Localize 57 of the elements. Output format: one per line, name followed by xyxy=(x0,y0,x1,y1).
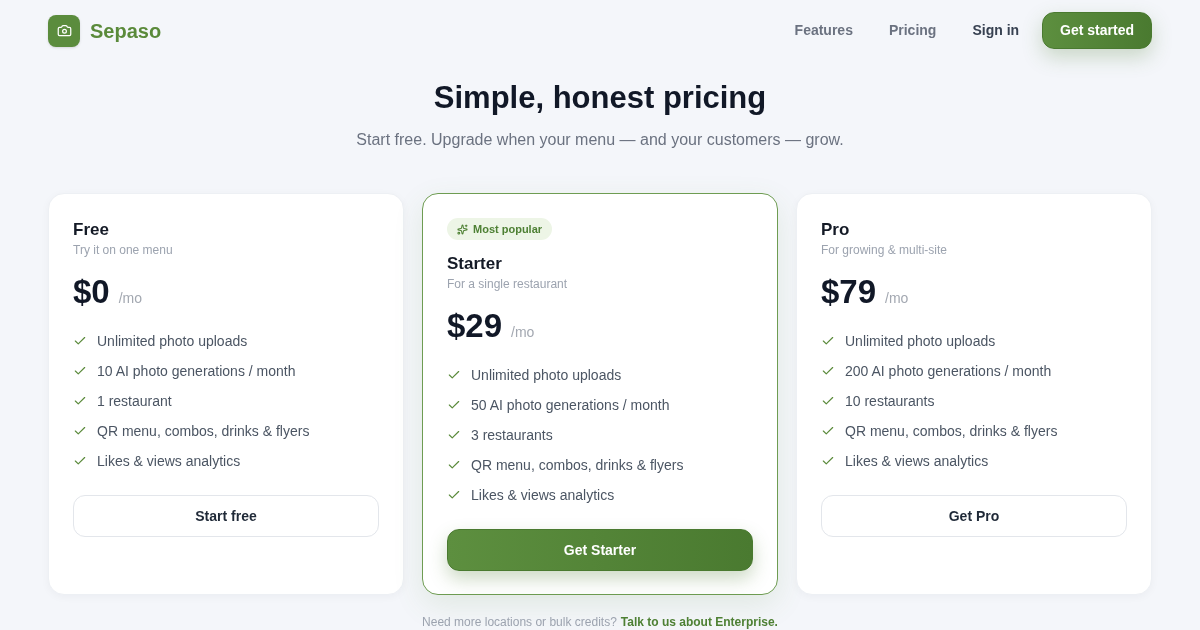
check-icon xyxy=(447,488,461,502)
feature-text: Likes & views analytics xyxy=(471,486,615,505)
plan-tagline: Try it on one menu xyxy=(73,242,174,258)
check-icon xyxy=(73,454,87,468)
feature-text: Unlimited photo uploads xyxy=(471,366,622,385)
check-icon xyxy=(73,394,87,408)
get-started-button[interactable]: Get started xyxy=(1042,12,1152,49)
camera-logo-icon xyxy=(48,14,80,47)
feature-text: QR menu, combos, drinks & flyers xyxy=(471,456,684,475)
plan-name: Starter xyxy=(447,253,503,275)
sign-in-link[interactable]: Sign in xyxy=(972,20,1020,41)
plan-button[interactable]: Get Pro xyxy=(821,495,1127,537)
price-period: /mo xyxy=(885,289,909,308)
check-icon xyxy=(73,334,87,348)
price-period: /mo xyxy=(118,289,143,308)
footer-note: Need more locations or bulk credits? xyxy=(422,615,617,629)
feature-text: 50 AI photo generations / month xyxy=(471,396,670,415)
feature-text: Likes & views analytics xyxy=(845,452,989,471)
feature-text: Unlimited photo uploads xyxy=(845,332,996,351)
plan-tagline: For growing & multi-site xyxy=(821,242,949,258)
feature-text: 10 AI photo generations / month xyxy=(97,362,296,381)
plan-button[interactable]: Start free xyxy=(73,495,379,537)
feature-text: 1 restaurant xyxy=(97,392,172,411)
sparkle-icon xyxy=(457,223,468,235)
brand-name: Sepaso xyxy=(90,18,162,44)
plan-name: Free xyxy=(73,219,110,241)
check-icon xyxy=(447,428,461,442)
page-title: Simple, honest pricing xyxy=(432,80,768,116)
feature-text: QR menu, combos, drinks & flyers xyxy=(97,422,310,441)
feature-text: Unlimited photo uploads xyxy=(97,332,248,351)
plan-name: Pro xyxy=(821,219,851,241)
page-subtitle: Start free. Upgrade when your menu — and your customers — grow. xyxy=(355,130,845,150)
check-icon xyxy=(447,458,461,472)
badge-label: Most popular xyxy=(473,221,543,237)
plan-tagline: For a single restaurant xyxy=(447,276,569,292)
nav-link[interactable]: Pricing xyxy=(888,20,937,41)
check-icon xyxy=(73,424,87,438)
feature-text: 10 restaurants xyxy=(845,392,935,411)
check-icon xyxy=(821,454,835,468)
check-icon xyxy=(821,364,835,378)
feature-text: 3 restaurants xyxy=(471,426,553,445)
feature-text: Likes & views analytics xyxy=(97,452,241,471)
plan-button[interactable]: Get Starter xyxy=(447,529,753,571)
price-period: /mo xyxy=(511,323,535,342)
plan-price: $0 xyxy=(73,272,110,312)
enterprise-link[interactable]: Talk to us about Enterprise. xyxy=(620,615,778,629)
plan-price: $29 xyxy=(447,306,503,346)
check-icon xyxy=(821,424,835,438)
check-icon xyxy=(821,334,835,348)
nav-link[interactable]: Features xyxy=(794,20,853,41)
check-icon xyxy=(73,364,87,378)
check-icon xyxy=(447,398,461,412)
check-icon xyxy=(447,368,461,382)
plan-price: $79 xyxy=(821,272,877,312)
feature-text: 200 AI photo generations / month xyxy=(845,362,1052,381)
feature-text: QR menu, combos, drinks & flyers xyxy=(845,422,1058,441)
check-icon xyxy=(821,394,835,408)
